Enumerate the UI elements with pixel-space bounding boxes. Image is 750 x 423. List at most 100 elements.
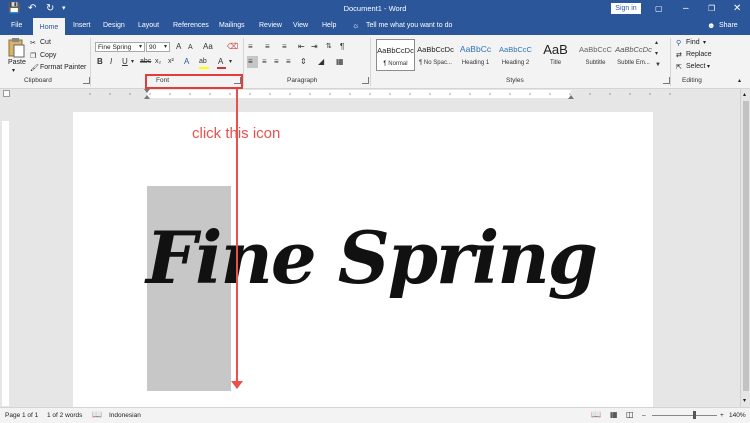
font-size-dropdown-icon[interactable]: ▾ bbox=[164, 42, 167, 52]
collapse-ribbon-icon[interactable]: ▴ bbox=[738, 77, 741, 84]
font-name-box[interactable]: Fine Spring bbox=[95, 42, 145, 52]
style-subtle-emphasis[interactable]: AaBbCcDc Subtle Em... bbox=[614, 39, 653, 71]
share-button[interactable]: Share bbox=[719, 22, 738, 29]
vertical-scrollbar[interactable]: ▴ ▾ bbox=[740, 89, 750, 407]
justify-icon[interactable]: ≡ bbox=[286, 57, 291, 67]
show-marks-icon[interactable]: ¶ bbox=[340, 42, 344, 52]
styles-dialog-launcher-icon[interactable] bbox=[663, 77, 670, 84]
tab-help[interactable]: Help bbox=[322, 22, 336, 29]
font-color-dropdown-icon[interactable]: ▾ bbox=[229, 57, 232, 67]
replace-button[interactable]: Replace bbox=[686, 51, 712, 58]
horizontal-ruler[interactable] bbox=[0, 89, 740, 99]
tab-view[interactable]: View bbox=[293, 22, 308, 29]
find-dropdown-icon[interactable]: ▾ bbox=[703, 39, 706, 46]
style-no-spacing[interactable]: AaBbCcDc ¶ No Spac... bbox=[416, 39, 455, 71]
tab-design[interactable]: Design bbox=[103, 22, 125, 29]
read-mode-icon[interactable]: 📖 bbox=[591, 410, 601, 419]
zoom-slider-thumb[interactable] bbox=[693, 411, 696, 419]
tab-references[interactable]: References bbox=[173, 22, 209, 29]
paste-button[interactable]: Paste bbox=[8, 59, 26, 66]
decrease-indent-icon[interactable]: ⇤ bbox=[298, 42, 305, 52]
tab-home[interactable]: Home bbox=[33, 18, 65, 35]
font-name-dropdown-icon[interactable]: ▾ bbox=[139, 42, 142, 52]
strikethrough-button[interactable]: abc bbox=[140, 57, 151, 67]
paragraph-dialog-launcher-icon[interactable] bbox=[362, 77, 369, 84]
bullets-icon[interactable]: ≡ bbox=[248, 42, 253, 52]
style-heading-1[interactable]: AaBbCc Heading 1 bbox=[456, 39, 495, 71]
tab-review[interactable]: Review bbox=[259, 22, 282, 29]
borders-icon[interactable]: ▦ bbox=[336, 57, 344, 67]
proofing-icon[interactable]: 📖 bbox=[92, 410, 102, 419]
hanging-indent-marker[interactable] bbox=[144, 95, 150, 99]
zoom-out-icon[interactable]: – bbox=[642, 412, 646, 419]
scroll-down-icon[interactable]: ▾ bbox=[743, 397, 746, 404]
style-title[interactable]: AaB Title bbox=[536, 39, 575, 71]
style-subtitle[interactable]: AaBbCcC Subtitle bbox=[576, 39, 615, 71]
increase-indent-icon[interactable]: ⇥ bbox=[311, 42, 318, 52]
underline-dropdown-icon[interactable]: ▾ bbox=[131, 57, 134, 67]
style-preview: AaBbCcC bbox=[499, 45, 532, 54]
paste-icon[interactable] bbox=[7, 38, 25, 58]
clipboard-dialog-launcher-icon[interactable] bbox=[83, 77, 90, 84]
multilevel-list-icon[interactable]: ≡ bbox=[282, 42, 287, 52]
document-text[interactable]: Fine Spring bbox=[146, 208, 598, 308]
tell-me-search[interactable]: Tell me what you want to do bbox=[366, 22, 452, 29]
numbering-icon[interactable]: ≡ bbox=[265, 42, 270, 52]
zoom-slider[interactable] bbox=[652, 415, 717, 416]
highlight-button[interactable]: ab bbox=[199, 57, 207, 67]
vertical-ruler[interactable] bbox=[0, 99, 11, 407]
text-effects-icon[interactable]: A bbox=[184, 57, 189, 67]
word-count[interactable]: 1 of 2 words bbox=[47, 412, 82, 419]
zoom-in-icon[interactable]: + bbox=[720, 412, 724, 419]
sort-icon[interactable]: ⇅ bbox=[326, 42, 332, 52]
font-color-button[interactable]: A bbox=[218, 57, 223, 67]
vertical-ruler-text-area bbox=[2, 121, 9, 406]
change-case-icon[interactable]: Aa bbox=[203, 42, 213, 52]
tab-mailings[interactable]: Mailings bbox=[219, 22, 245, 29]
superscript-button[interactable]: x² bbox=[168, 57, 174, 67]
restore-icon[interactable]: ❐ bbox=[708, 3, 715, 15]
format-painter-icon: 🖌 bbox=[30, 65, 39, 72]
print-layout-icon[interactable]: ▦ bbox=[610, 410, 618, 419]
clear-formatting-icon[interactable]: ⌫ bbox=[227, 42, 238, 52]
scroll-up-icon[interactable]: ▴ bbox=[743, 91, 746, 98]
italic-button[interactable]: I bbox=[110, 57, 112, 67]
cut-button[interactable]: Cut bbox=[40, 39, 51, 46]
shrink-font-icon[interactable]: A bbox=[188, 43, 193, 53]
copy-button[interactable]: Copy bbox=[40, 52, 56, 59]
format-painter-button[interactable]: Format Painter bbox=[40, 64, 86, 71]
styles-scroll-down-icon[interactable]: ▾ bbox=[655, 49, 658, 59]
tab-insert[interactable]: Insert bbox=[73, 22, 91, 29]
select-dropdown-icon[interactable]: ▾ bbox=[707, 63, 710, 70]
paste-dropdown-icon[interactable]: ▾ bbox=[12, 67, 15, 74]
find-button[interactable]: Find bbox=[686, 39, 700, 46]
sign-in-button[interactable]: Sign in bbox=[611, 3, 641, 14]
close-icon[interactable]: ✕ bbox=[733, 3, 741, 15]
styles-more-icon[interactable]: ▼ bbox=[655, 60, 661, 70]
align-center-icon[interactable]: ≡ bbox=[262, 57, 267, 67]
first-line-indent-marker[interactable] bbox=[144, 89, 150, 93]
right-indent-marker[interactable] bbox=[568, 95, 574, 99]
ribbon-display-options-icon[interactable]: ▢ bbox=[655, 3, 663, 15]
page-count[interactable]: Page 1 of 1 bbox=[5, 412, 38, 419]
styles-scroll-up-icon[interactable]: ▴ bbox=[655, 38, 658, 48]
grow-font-icon[interactable]: A bbox=[176, 42, 181, 52]
web-layout-icon[interactable]: ◫ bbox=[626, 410, 634, 419]
align-right-icon[interactable]: ≡ bbox=[274, 57, 279, 67]
tab-file[interactable]: File bbox=[11, 22, 22, 29]
subscript-button[interactable]: x₂ bbox=[155, 57, 161, 67]
tab-selector-icon[interactable] bbox=[3, 90, 10, 97]
shading-icon[interactable]: ◢ bbox=[318, 57, 324, 67]
scroll-thumb[interactable] bbox=[743, 101, 749, 391]
style-normal[interactable]: AaBbCcDc ¶ Normal bbox=[376, 39, 415, 71]
style-heading-2[interactable]: AaBbCcC Heading 2 bbox=[496, 39, 535, 71]
bold-button[interactable]: B bbox=[97, 57, 103, 67]
underline-button[interactable]: U bbox=[122, 57, 128, 67]
select-button[interactable]: Select bbox=[686, 63, 705, 70]
zoom-level[interactable]: 140% bbox=[729, 412, 746, 419]
tab-layout[interactable]: Layout bbox=[138, 22, 159, 29]
line-spacing-icon[interactable]: ⇕ bbox=[300, 57, 307, 67]
language-indicator[interactable]: Indonesian bbox=[109, 412, 141, 419]
minimize-icon[interactable]: – bbox=[683, 3, 689, 15]
align-left-icon[interactable]: ≡ bbox=[247, 56, 258, 68]
